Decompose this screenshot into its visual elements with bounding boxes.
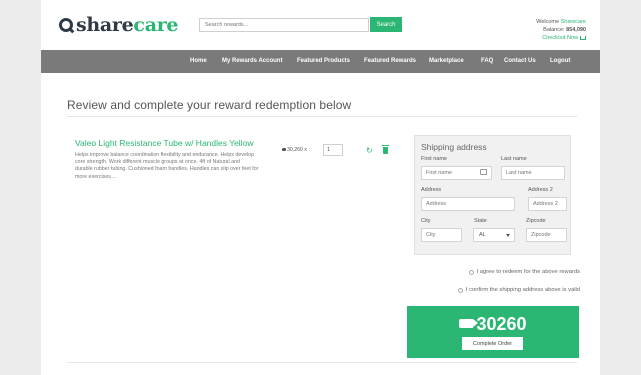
trash-icon[interactable] <box>382 145 389 154</box>
account-summary: Welcome Sharecare Balance: 854,090 Check… <box>536 18 586 42</box>
nav-home[interactable]: Home <box>190 50 207 73</box>
nav-faq[interactable]: FAQ <box>481 50 493 73</box>
shipping-title: Shipping address <box>421 142 487 152</box>
checkout-label[interactable]: Checkout Now <box>542 35 578 41</box>
city-field[interactable] <box>421 228 462 242</box>
nav-featured-products[interactable]: Featured Products <box>297 50 350 73</box>
balance-label: Balance: <box>543 27 567 33</box>
logo-care: care <box>133 14 179 36</box>
last-name-label: Last name <box>501 156 527 162</box>
points-tag-icon <box>282 148 286 152</box>
divider <box>67 362 577 363</box>
sharecare-logo[interactable]: sharecare <box>59 14 179 36</box>
order-total-value: 30260 <box>476 314 527 334</box>
radio-icon[interactable] <box>468 269 474 275</box>
address-field[interactable] <box>421 197 515 211</box>
state-label: State <box>474 218 487 224</box>
zipcode-label: Zipcode <box>526 218 546 224</box>
shipping-address-panel: Shipping address First name Last name Ad… <box>414 135 571 255</box>
item-price: 30,260 x <box>282 147 307 153</box>
welcome-prefix: Welcome <box>536 19 561 25</box>
chevron-down-icon <box>506 234 510 237</box>
page-title: Review and complete your reward redempti… <box>67 98 352 112</box>
zipcode-field[interactable] <box>526 228 567 242</box>
page: sharecare Search Welcome Sharecare Balan… <box>41 0 600 375</box>
confirm-address-option[interactable]: I confirm the shipping address above is … <box>457 287 580 293</box>
order-total: 30260 <box>407 314 579 335</box>
city-label: City <box>421 218 431 224</box>
nav-featured-rewards[interactable]: Featured Rewards <box>364 50 416 73</box>
balance-value: 854,090 <box>566 27 586 33</box>
logo-share: share <box>76 14 134 36</box>
address2-label: Address 2 <box>528 187 553 193</box>
checkout-link[interactable]: Checkout Now <box>536 34 586 42</box>
price-value: 30,260 x <box>287 147 307 153</box>
page-title-block: Review and complete your reward redempti… <box>67 98 577 117</box>
product-name-link[interactable]: Valeo Light Resistance Tube w/ Handles Y… <box>75 138 253 148</box>
agree-redeem-label: I agree to redeem for the above rewards <box>476 269 580 275</box>
logo-mark-icon <box>59 18 73 32</box>
main-nav: Home My Rewards Account Featured Product… <box>41 50 600 73</box>
product-description: Helps improve balance coordination flexi… <box>75 152 259 180</box>
radio-icon[interactable] <box>457 287 463 293</box>
address2-field[interactable] <box>528 197 567 211</box>
search-button[interactable]: Search <box>370 17 402 32</box>
contact-card-icon <box>480 169 487 175</box>
first-name-label: First name <box>421 156 447 162</box>
nav-contact-us[interactable]: Contact Us <box>504 50 536 73</box>
confirm-address-label: I confirm the shipping address above is … <box>465 287 580 293</box>
welcome-user-link[interactable]: Sharecare <box>561 19 586 25</box>
last-name-field[interactable] <box>501 166 565 180</box>
quantity-input[interactable] <box>323 144 343 156</box>
refresh-icon[interactable]: ↻ <box>366 147 373 155</box>
complete-order-button[interactable]: Complete Order <box>462 337 523 350</box>
search-input[interactable] <box>199 18 369 32</box>
cart-icon[interactable] <box>580 35 586 40</box>
nav-marketplace[interactable]: Marketplace <box>429 50 464 73</box>
balance-line: Balance: 854,090 <box>536 26 586 34</box>
logo-text: sharecare <box>76 14 179 36</box>
nav-my-rewards-account[interactable]: My Rewards Account <box>222 50 282 73</box>
state-select[interactable]: AL <box>473 228 515 242</box>
order-total-box: 30260 Complete Order <box>407 306 579 358</box>
address-label: Address <box>421 187 442 193</box>
nav-logout[interactable]: Logout <box>550 50 570 73</box>
agree-redeem-option[interactable]: I agree to redeem for the above rewards <box>468 269 580 275</box>
welcome-line: Welcome Sharecare <box>536 18 586 26</box>
price-tag-icon <box>459 318 479 328</box>
state-value: AL <box>479 232 486 238</box>
